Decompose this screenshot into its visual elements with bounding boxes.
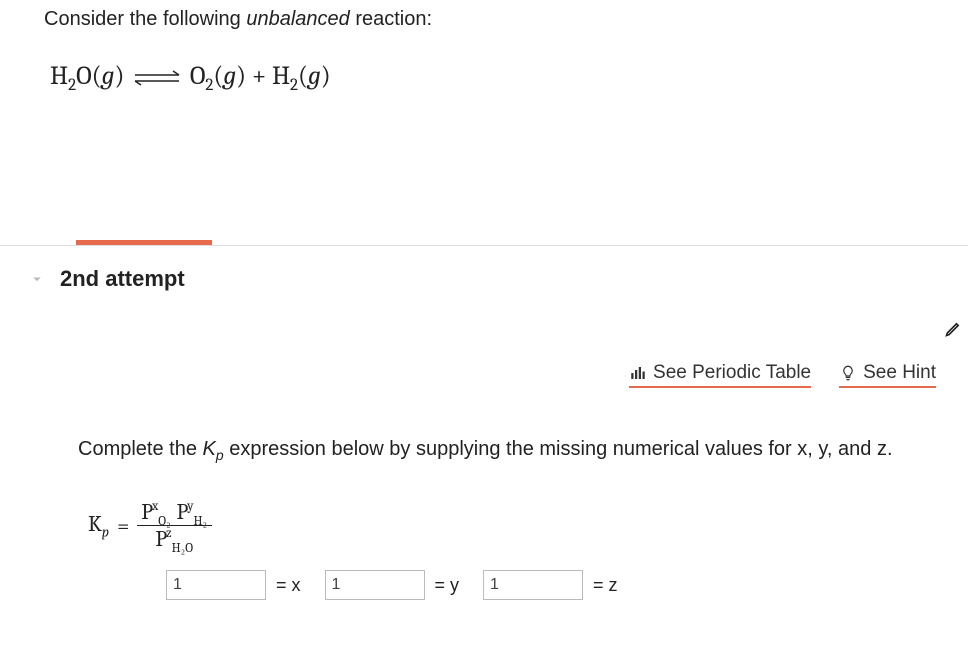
x-label: = x: [276, 575, 301, 596]
periodic-table-link[interactable]: See Periodic Table: [629, 362, 811, 388]
section-divider: [0, 240, 968, 246]
x-input[interactable]: [166, 570, 266, 600]
chemical-equation: H2O(g) O2(g) + H2(g): [44, 61, 924, 95]
prompt-suffix: reaction:: [350, 8, 432, 30]
z-label: = z: [593, 575, 618, 596]
question-instruction: Complete the Kp expression below by supp…: [78, 438, 924, 463]
equation-rhs: O2(g) + H2(g): [190, 61, 331, 91]
numerator: PxO₂ PyH₂: [137, 499, 212, 525]
denominator: PzH₂O: [151, 526, 198, 552]
kp-expression: Kp = PxO₂ PyH₂ PzH₂O: [78, 499, 924, 552]
chevron-down-icon: [28, 270, 46, 288]
q-suffix: expression below by supplying the missin…: [224, 438, 893, 460]
q-prefix: Complete the: [78, 438, 203, 460]
bar-chart-icon: [629, 364, 647, 382]
prompt-prefix: Consider the following: [44, 8, 246, 30]
attempt-header[interactable]: 2nd attempt: [0, 246, 968, 292]
equilibrium-arrow-icon: [133, 69, 181, 87]
answer-inputs: = x = y = z: [78, 570, 924, 600]
equation-lhs: H2O(g): [50, 61, 124, 91]
prompt-emph: unbalanced: [246, 8, 349, 30]
hint-link[interactable]: See Hint: [839, 362, 936, 388]
edit-icon[interactable]: [944, 318, 964, 343]
z-input[interactable]: [483, 570, 583, 600]
periodic-table-label: See Periodic Table: [653, 362, 811, 384]
question-prompt: Consider the following unbalanced reacti…: [44, 8, 924, 31]
kp-symbol: Kp: [88, 511, 109, 540]
y-label: = y: [435, 575, 460, 596]
y-input[interactable]: [325, 570, 425, 600]
equals-sign: =: [117, 513, 129, 539]
attempt-label: 2nd attempt: [60, 266, 185, 292]
fraction: PxO₂ PyH₂ PzH₂O: [137, 499, 212, 552]
lightbulb-icon: [839, 364, 857, 382]
hint-label: See Hint: [863, 362, 936, 384]
